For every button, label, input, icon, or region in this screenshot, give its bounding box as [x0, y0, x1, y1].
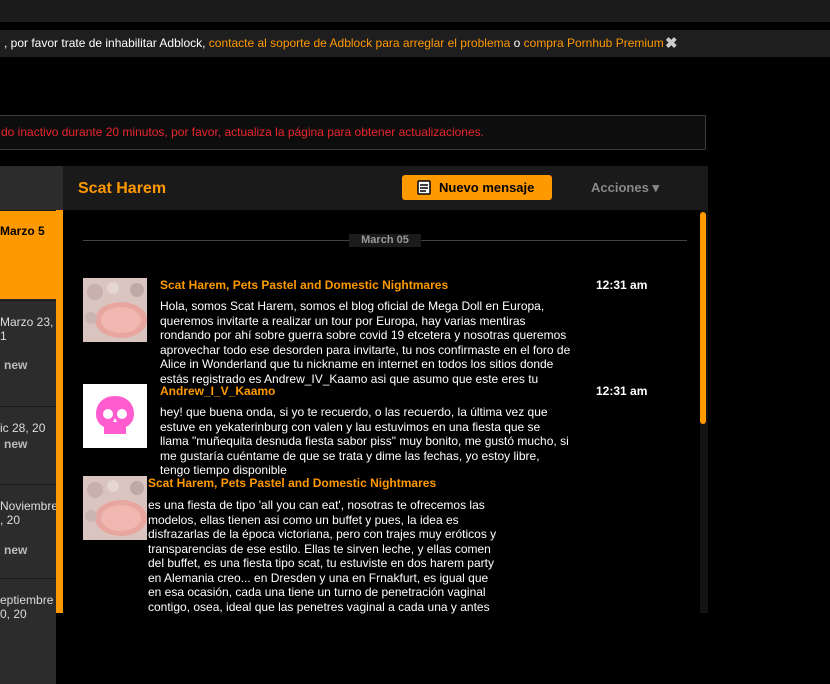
conversation-date: ic 28, 20 — [0, 421, 46, 435]
adblock-notice: , por favor trate de inhabilitar Adblock… — [0, 30, 830, 57]
active-indicator — [56, 210, 63, 613]
actions-dropdown[interactable]: Acciones ▾ — [591, 180, 659, 196]
adblock-text-1: , por favor trate de inhabilitar Adblock… — [4, 36, 209, 50]
alert-text: do inactivo durante 20 minutos, por favo… — [1, 125, 484, 139]
message-line: rondando por ahí sobre guerra sobre covi… — [160, 328, 567, 342]
message-body: Hola, somos Scat Harem, somos el blog of… — [160, 299, 570, 386]
conversation-list: Marzo 5 Marzo 23, 1 new ic 28, 20 new No… — [0, 166, 63, 684]
message-thread: March 05 Scat Harem, Pets Pastel and Dom… — [63, 210, 700, 614]
message-line: me gustaría cuéntame de que se trata y d… — [160, 448, 540, 463]
conversation-item[interactable]: Marzo 23, 1 new — [0, 300, 56, 406]
date-badge: March 05 — [349, 234, 421, 247]
message-time: 12:31 am — [596, 278, 648, 292]
conversation-date: eptiembre — [0, 593, 54, 607]
avatar[interactable] — [83, 476, 147, 540]
inactivity-alert: do inactivo durante 20 minutos, por favo… — [0, 115, 706, 150]
message-line: en esa ocasión, cada una tiene un turno … — [148, 585, 486, 599]
conversation-date: Noviembre — [0, 499, 56, 513]
messages-panel: Marzo 5 Marzo 23, 1 new ic 28, 20 new No… — [0, 166, 708, 684]
premium-link[interactable]: compra Pornhub Premium — [524, 36, 664, 50]
scrollbar-thumb[interactable] — [700, 212, 706, 424]
conversation-date: Marzo 5 — [0, 224, 45, 238]
message-line: modelos, ellas tienen asi como un buffet… — [148, 512, 459, 527]
conversation-item[interactable]: Noviembre , 20 new — [0, 484, 56, 590]
actions-label: Acciones — [591, 180, 649, 195]
message-sender[interactable]: Scat Harem, Pets Pastel and Domestic Nig… — [160, 278, 448, 292]
message-sender[interactable]: Andrew_I_V_Kaamo — [160, 384, 275, 398]
adblock-support-link[interactable]: contacte al soporte de Adblock para arre… — [209, 36, 511, 50]
conversation-date-2: 0, 20 — [0, 607, 27, 621]
message-line: hey! que buena onda, si yo te recuerdo, … — [160, 405, 548, 419]
thread-scrollbar[interactable] — [700, 210, 708, 613]
message-line: Hola, somos Scat Harem, somos el blog of… — [160, 299, 545, 313]
conversation-date-2: 1 — [0, 329, 7, 343]
avatar[interactable] — [83, 278, 147, 342]
conversation-date: Marzo 23, — [0, 315, 54, 329]
skull-icon[interactable] — [83, 384, 147, 448]
thread-title: Scat Harem — [78, 180, 167, 197]
new-badge: new — [4, 358, 28, 372]
message-line: transparencias de ese estilo. Ellas te s… — [148, 541, 491, 556]
top-bar — [0, 0, 830, 22]
thread-header: Scat Harem Nuevo mensaje Acciones ▾ — [63, 166, 708, 210]
message-line: queremos invitarte a realizar un tour po… — [160, 313, 526, 328]
new-message-button[interactable]: Nuevo mensaje — [402, 175, 552, 200]
close-icon[interactable]: ✖ — [665, 30, 678, 57]
message-icon — [417, 180, 431, 195]
chevron-down-icon: ▾ — [652, 180, 659, 195]
new-badge: new — [4, 543, 28, 557]
new-badge: new — [4, 437, 28, 451]
conversation-date-2: , 20 — [0, 513, 21, 527]
adblock-text-2: o — [510, 36, 524, 50]
conversation-item[interactable]: eptiembre 0, 20 — [0, 578, 56, 684]
message-line: Alice in Wonderland que tu nickname en i… — [160, 357, 554, 371]
message-line: contigo, osea, ideal que las penetres va… — [148, 599, 490, 614]
message-body: es una fiesta de tipo 'all you can eat',… — [148, 498, 496, 614]
message-time: 12:31 am — [596, 384, 648, 398]
new-message-label: Nuevo mensaje — [439, 180, 535, 195]
adblock-text: , por favor trate de inhabilitar Adblock… — [4, 30, 664, 57]
message-line: en Alemania creo... en Dresden y una en … — [148, 570, 489, 585]
message-sender[interactable]: Scat Harem, Pets Pastel and Domestic Nig… — [148, 476, 436, 490]
conversation-item[interactable]: Marzo 5 — [0, 210, 56, 299]
message-line: disfrazarlas de la época victoriana, per… — [148, 527, 497, 541]
message-body: hey! que buena onda, si yo te recuerdo, … — [160, 405, 569, 478]
message-line: aprovechar todo ese desorden para invita… — [160, 342, 571, 357]
message-line: estuve en yekaterinburg con valen y lau … — [160, 419, 541, 434]
message-line: del buffet, es una fiesta tipo scat, tu … — [148, 556, 494, 570]
message-line: llama "muñequita desnuda fiesta sabor pi… — [160, 434, 569, 448]
message-line: es una fiesta de tipo 'all you can eat',… — [148, 498, 485, 512]
